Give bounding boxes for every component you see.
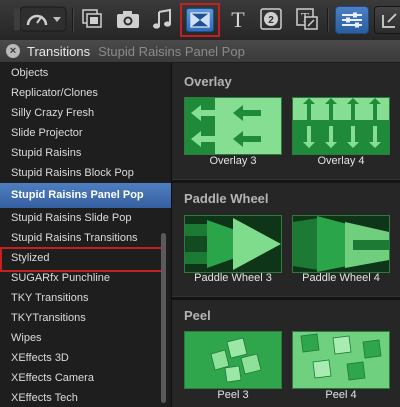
inspector-icon xyxy=(342,12,362,28)
dashboard-dropdown-button[interactable] xyxy=(20,6,68,32)
svg-text:2: 2 xyxy=(268,15,274,26)
paddle-wheel-4-thumbnail[interactable] xyxy=(292,215,390,273)
thumbnail-label: Peel 4 xyxy=(325,389,357,401)
peel-icon xyxy=(185,332,281,388)
selected-category-title: Stupid Raisins Panel Pop xyxy=(98,43,245,59)
browser-header: × Transitions Stupid Raisins Panel Pop xyxy=(0,40,400,63)
list-item[interactable]: Stupid Raisins Transitions xyxy=(0,228,171,248)
toolbar-separator xyxy=(72,8,73,32)
selection-highlight xyxy=(0,247,163,272)
list-item[interactable]: XEffects Camera xyxy=(0,368,171,388)
share-icon xyxy=(382,13,397,28)
music-icon xyxy=(153,8,171,29)
sidebar-scrollbar[interactable] xyxy=(161,233,166,403)
list-item[interactable]: XEffects Tech xyxy=(0,388,171,407)
thumbnail-label: Paddle Wheel 4 xyxy=(302,272,380,284)
thumbnail-label: Overlay 4 xyxy=(317,155,365,167)
dashboard-icon xyxy=(20,6,67,32)
paddle-wheel-icon xyxy=(185,216,281,272)
list-item[interactable]: Replicator/Clones xyxy=(0,83,171,103)
section-overlay: Overlay xyxy=(172,70,400,94)
thumbnail-label: Paddle Wheel 3 xyxy=(194,272,272,284)
browser-button[interactable] xyxy=(80,6,106,32)
close-icon[interactable]: × xyxy=(6,44,20,58)
arrows-left-icon xyxy=(185,98,281,154)
arrows-updown-icon xyxy=(293,98,389,154)
transitions-button[interactable] xyxy=(186,8,214,32)
list-item[interactable]: Silly Crazy Fresh xyxy=(0,103,171,123)
list-item[interactable]: Stupid Raisins xyxy=(0,143,171,163)
camera-icon xyxy=(117,11,139,28)
thumbnail-label: Peel 3 xyxy=(217,389,249,401)
section-divider xyxy=(172,296,400,300)
inspector-button[interactable] xyxy=(335,6,369,34)
peel-icon xyxy=(293,332,389,388)
transitions-icon xyxy=(190,12,210,28)
section-divider xyxy=(172,179,400,183)
section-peel: Peel xyxy=(172,304,400,328)
list-item[interactable]: TKYTransitions xyxy=(0,308,171,328)
transitions-grid[interactable]: Overlay Overlay 3 Overlay 4 Paddle Wheel… xyxy=(172,63,400,407)
svg-text:T: T xyxy=(231,8,245,30)
section-title: Overlay xyxy=(184,74,232,89)
section-title: Peel xyxy=(184,308,211,323)
section-paddle-wheel: Paddle Wheel xyxy=(172,187,400,211)
list-item[interactable]: XEffects 3D xyxy=(0,348,171,368)
list-item[interactable]: Stupid Raisins Slide Pop xyxy=(0,208,171,228)
overlay-3-thumbnail[interactable] xyxy=(184,97,282,155)
list-item[interactable]: Objects xyxy=(0,63,171,83)
titles-button[interactable]: T xyxy=(226,6,250,32)
themes-button[interactable]: T xyxy=(294,6,320,32)
peel-4-thumbnail[interactable] xyxy=(292,331,390,389)
toolbar: T 2 T xyxy=(0,0,400,41)
share-button[interactable] xyxy=(374,6,400,34)
photos-button[interactable] xyxy=(114,6,142,32)
overlay-4-thumbnail[interactable] xyxy=(292,97,390,155)
list-item[interactable]: TKY Transitions xyxy=(0,288,171,308)
peel-3-thumbnail[interactable] xyxy=(184,331,282,389)
list-item[interactable]: Wipes xyxy=(0,328,171,348)
theme-icon: T xyxy=(296,8,318,30)
generators-button[interactable]: 2 xyxy=(258,6,284,32)
paddle-wheel-3-thumbnail[interactable] xyxy=(184,215,282,273)
generator-icon: 2 xyxy=(260,8,282,30)
thumbnail-label: Overlay 3 xyxy=(209,155,257,167)
music-button[interactable] xyxy=(150,6,176,32)
list-item[interactable]: Slide Projector xyxy=(0,123,171,143)
browser-title: Transitions xyxy=(27,43,91,59)
section-title: Paddle Wheel xyxy=(184,191,269,206)
list-item-selected[interactable]: Stupid Raisins Panel Pop xyxy=(0,183,171,208)
title-icon: T xyxy=(231,8,245,30)
browser-icon xyxy=(82,9,102,28)
toolbar-separator xyxy=(327,8,328,32)
list-item[interactable]: Stupid Raisins Block Pop xyxy=(0,163,171,183)
paddle-wheel-icon xyxy=(293,216,389,272)
category-list[interactable]: Objects Replicator/Clones Silly Crazy Fr… xyxy=(0,63,172,407)
